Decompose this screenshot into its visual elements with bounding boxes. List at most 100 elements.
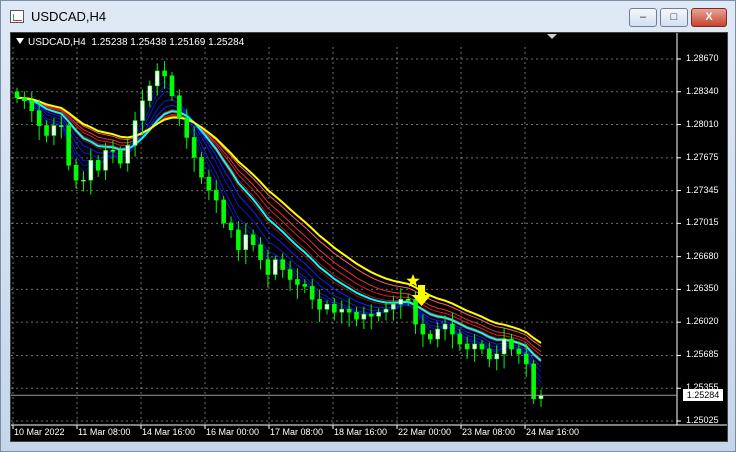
candle bbox=[376, 308, 381, 322]
last-price-label: 1.25284 bbox=[683, 389, 723, 401]
time-axis-label: 17 Mar 08:00 bbox=[270, 427, 324, 437]
slow-ma-line bbox=[16, 97, 542, 363]
candle bbox=[29, 91, 35, 123]
candle-body bbox=[221, 199, 226, 224]
candle-body bbox=[479, 343, 485, 350]
candle-body bbox=[169, 75, 175, 97]
close-button[interactable]: X bbox=[691, 8, 727, 27]
candle-body bbox=[250, 234, 256, 246]
chart-shift-marker-icon bbox=[547, 34, 557, 39]
candle-body bbox=[391, 304, 396, 310]
candle-body bbox=[258, 244, 263, 260]
candle bbox=[206, 169, 212, 200]
candle-body bbox=[420, 323, 426, 335]
candle-body bbox=[442, 323, 448, 330]
candle-body bbox=[29, 100, 35, 111]
title-bar[interactable]: USDCAD,H4 – □ X bbox=[1, 1, 735, 31]
candle-body bbox=[191, 137, 197, 158]
candle-body bbox=[88, 160, 94, 181]
candle bbox=[147, 80, 153, 108]
candle-body bbox=[509, 338, 514, 350]
candle-body bbox=[103, 150, 108, 171]
chart-app-icon bbox=[10, 10, 24, 23]
candle-body bbox=[538, 395, 544, 399]
candle-body bbox=[361, 313, 367, 320]
symbol-info: USDCAD,H4 1.25238 1.25438 1.25169 1.2528… bbox=[16, 37, 244, 48]
trend-ma-line bbox=[16, 96, 542, 344]
candle bbox=[531, 359, 536, 404]
candle bbox=[501, 327, 507, 369]
candle-body bbox=[228, 222, 234, 231]
time-axis-label: 22 Mar 00:00 bbox=[398, 427, 452, 437]
candle-body bbox=[398, 299, 404, 305]
candle-body bbox=[413, 299, 418, 325]
candle-body bbox=[51, 125, 57, 136]
price-axis-label: 1.28340 bbox=[686, 85, 719, 96]
candle bbox=[22, 91, 27, 109]
candle bbox=[479, 340, 485, 355]
candle bbox=[81, 171, 86, 192]
candle-body bbox=[302, 284, 308, 287]
candle-body bbox=[332, 304, 337, 313]
candle-body bbox=[125, 145, 131, 164]
candle-body bbox=[435, 328, 440, 340]
candle bbox=[368, 304, 374, 330]
candle-body bbox=[73, 164, 79, 181]
candle-body bbox=[14, 91, 20, 99]
price-axis-label: 1.26680 bbox=[686, 250, 719, 261]
time-axis-label: 16 Mar 00:00 bbox=[206, 427, 260, 437]
candle bbox=[361, 306, 367, 330]
candle-body bbox=[22, 97, 27, 102]
minimize-button[interactable]: – bbox=[629, 8, 657, 27]
candle bbox=[243, 223, 249, 265]
candle-body bbox=[376, 311, 381, 317]
candle-body bbox=[339, 308, 345, 313]
candle-body bbox=[265, 259, 271, 275]
candle bbox=[538, 389, 544, 407]
candle-body bbox=[523, 353, 529, 365]
candle-body bbox=[464, 343, 470, 350]
candle-body bbox=[132, 120, 138, 146]
candle bbox=[324, 300, 330, 315]
price-axis-label: 1.28010 bbox=[686, 118, 719, 129]
candle-body bbox=[213, 189, 219, 201]
candle bbox=[427, 330, 433, 345]
fast-ma-line bbox=[16, 80, 542, 388]
candle bbox=[66, 121, 71, 171]
candle-body bbox=[66, 125, 71, 166]
symbol-label: USDCAD,H4 bbox=[28, 37, 86, 48]
candle-body bbox=[287, 269, 293, 280]
candle-body bbox=[516, 348, 522, 355]
candle bbox=[391, 295, 396, 321]
collapse-triangle-icon[interactable] bbox=[16, 38, 24, 44]
candle-body bbox=[95, 160, 101, 171]
price-axis-label: 1.28670 bbox=[686, 53, 719, 63]
price-axis-label: 1.27345 bbox=[686, 184, 719, 195]
candle-body bbox=[206, 176, 212, 191]
price-axis-label: 1.25685 bbox=[686, 349, 719, 360]
candle bbox=[14, 87, 20, 103]
candle-body bbox=[140, 100, 145, 121]
candle bbox=[154, 63, 160, 96]
price-axis-label: 1.25025 bbox=[686, 415, 719, 425]
candle bbox=[177, 89, 182, 126]
chart-canvas[interactable] bbox=[11, 33, 727, 441]
candle-body bbox=[457, 333, 463, 345]
candle-body bbox=[273, 259, 278, 275]
candle-body bbox=[110, 150, 116, 152]
time-axis-label: 24 Mar 16:00 bbox=[526, 427, 580, 437]
candle-body bbox=[354, 311, 359, 320]
time-axis-label: 23 Mar 08:00 bbox=[462, 427, 516, 437]
candle-body bbox=[295, 279, 300, 285]
time-axis-label: 11 Mar 08:00 bbox=[78, 427, 131, 437]
candle-body bbox=[317, 299, 322, 310]
candle-body bbox=[280, 259, 285, 270]
candle-body bbox=[427, 333, 433, 340]
price-axis-label: 1.26020 bbox=[686, 316, 719, 327]
candle-body bbox=[324, 304, 330, 310]
price-chart[interactable]: USDCAD,H4 1.25238 1.25438 1.25169 1.2528… bbox=[10, 32, 728, 442]
candle bbox=[494, 345, 500, 371]
maximize-button[interactable]: □ bbox=[660, 8, 688, 27]
fast-ma-line bbox=[16, 91, 542, 379]
candle bbox=[487, 342, 492, 368]
